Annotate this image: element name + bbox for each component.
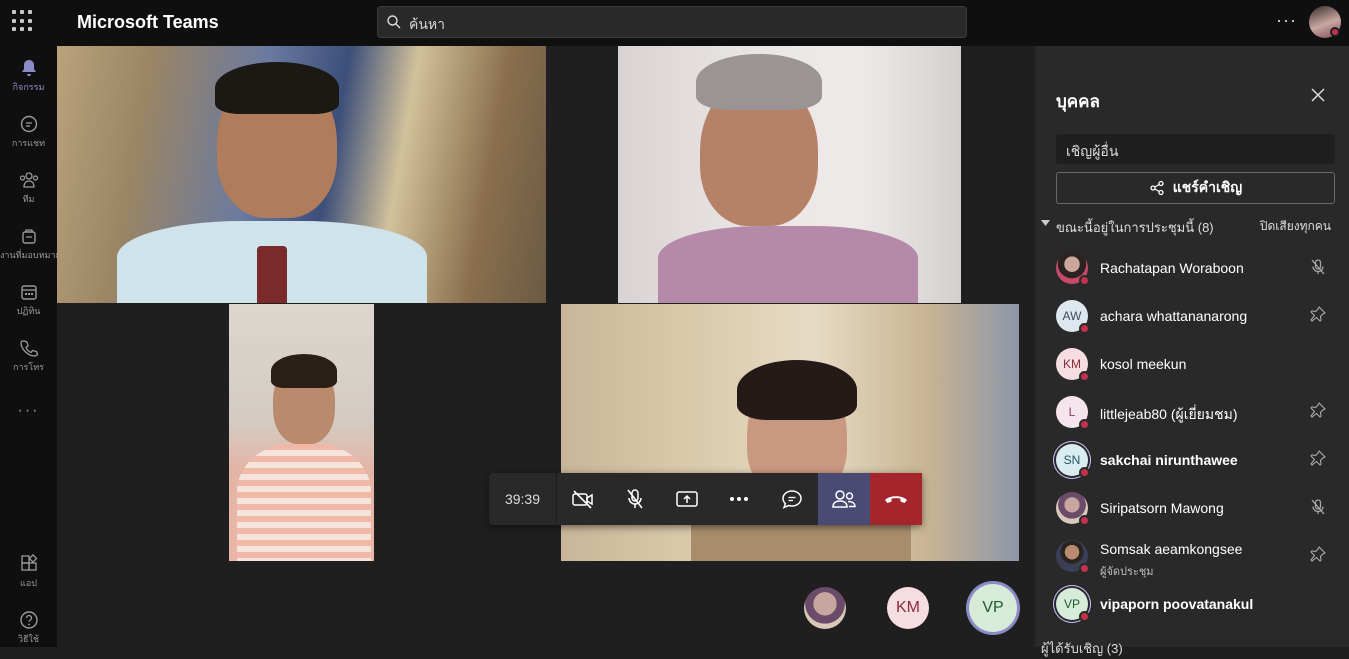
app-rail: กิจกรรม การแชท ทีม งานที่มอบหมาย ปฏิทิน … — [0, 46, 57, 647]
teams-icon — [19, 172, 38, 188]
participant-name: sakchai nirunthawee — [1100, 452, 1238, 468]
search-box[interactable]: ค้นหา — [377, 6, 967, 38]
participant-name: Rachatapan Woraboon — [1100, 260, 1244, 276]
search-placeholder: ค้นหา — [409, 16, 446, 32]
participant-row[interactable]: KM kosol meekun — [1056, 344, 1336, 384]
app-launcher-icon[interactable] — [12, 10, 34, 32]
rail-item-apps[interactable]: แอป — [0, 554, 57, 590]
status-busy-icon — [1079, 515, 1090, 526]
video-tile[interactable] — [57, 46, 546, 303]
title-bar: Microsoft Teams ค้นหา ··· — [0, 0, 1349, 46]
pin-icon[interactable] — [1310, 546, 1326, 562]
pin-icon[interactable] — [1310, 402, 1326, 418]
bell-icon — [21, 60, 36, 76]
mic-off-icon[interactable] — [1310, 258, 1326, 276]
meeting-stage: 39:39 KM VP — [57, 46, 1035, 647]
mic-off-icon — [627, 489, 643, 509]
hang-up-icon — [885, 496, 907, 503]
chevron-down-icon — [1041, 220, 1050, 226]
invite-input[interactable]: เชิญผู้อื่น — [1056, 134, 1335, 164]
rail-item-teams[interactable]: ทีม — [0, 170, 57, 206]
video-tile[interactable] — [618, 46, 961, 303]
meeting-chat-button[interactable] — [766, 473, 818, 525]
chat-icon — [782, 490, 802, 509]
more-icon — [730, 497, 748, 501]
search-icon — [387, 15, 401, 29]
call-controls: 39:39 — [489, 473, 922, 525]
participants-icon — [832, 490, 856, 508]
calendar-icon — [20, 285, 37, 300]
rail-item-help[interactable]: วิธีใช้ — [0, 610, 57, 646]
share-screen-icon — [676, 491, 698, 507]
status-busy-icon — [1079, 419, 1090, 430]
rail-item-assignments[interactable]: งานที่มอบหมาย — [0, 226, 57, 262]
participant-name: Siripatsorn Mawong — [1100, 500, 1224, 516]
share-screen-button[interactable] — [661, 473, 713, 525]
app-title: Microsoft Teams — [77, 12, 219, 32]
help-icon — [19, 611, 38, 629]
status-busy-icon — [1079, 371, 1090, 382]
pin-icon[interactable] — [1310, 450, 1326, 466]
apps-icon — [20, 554, 37, 571]
more-options-icon[interactable]: ··· — [1276, 10, 1297, 31]
assignments-icon — [21, 229, 36, 244]
participant-row[interactable]: L littlejeab80 (ผู้เยี่ยมชม) — [1056, 392, 1336, 432]
status-busy-icon — [1079, 467, 1090, 478]
status-busy-icon — [1330, 27, 1340, 37]
participant-name: kosol meekun — [1100, 356, 1187, 372]
more-actions-button[interactable] — [713, 473, 765, 525]
invite-placeholder: เชิญผู้อื่น — [1066, 143, 1119, 159]
invited-section[interactable]: ผู้ได้รับเชิญ (3) — [1041, 638, 1123, 659]
participant-avatar[interactable]: KM — [887, 587, 929, 629]
participants-button[interactable] — [818, 473, 870, 525]
call-timer: 39:39 — [489, 473, 557, 525]
share-invite-label: แชร์คำเชิญ — [1172, 179, 1243, 195]
pin-icon[interactable] — [1310, 306, 1326, 322]
more-apps-icon[interactable]: ··· — [0, 402, 57, 420]
participant-avatar[interactable] — [804, 587, 846, 629]
participant-name: achara whattananarong — [1100, 308, 1248, 324]
section-label: ผู้ได้รับเชิญ (3) — [1041, 641, 1123, 656]
chat-icon — [20, 115, 37, 133]
mic-off-icon[interactable] — [1310, 498, 1326, 516]
participant-name: littlejeab80 (ผู้เยี่ยมชม) — [1100, 406, 1238, 422]
participant-name: Somsak aeamkongsee — [1100, 541, 1243, 557]
rail-item-calendar[interactable]: ปฏิทิน — [0, 282, 57, 318]
people-panel: บุคคล เชิญผู้อื่น แชร์คำเชิญ ขณะนี้อยู่ใ… — [1035, 46, 1349, 656]
section-label: ขณะนี้อยู่ในการประชุมนี้ (8) — [1056, 220, 1214, 235]
status-busy-icon — [1079, 611, 1090, 622]
rail-item-activity[interactable]: กิจกรรม — [0, 58, 57, 94]
share-icon — [1150, 180, 1164, 196]
participant-avatar[interactable]: VP — [969, 584, 1017, 632]
status-busy-icon — [1079, 323, 1090, 334]
participant-name: vipaporn poovatanakul — [1100, 596, 1254, 612]
phone-icon — [19, 340, 38, 357]
video-tile[interactable] — [229, 304, 374, 561]
in-meeting-section[interactable]: ขณะนี้อยู่ในการประชุมนี้ (8) ปิดเสียงทุก… — [1041, 217, 1343, 235]
rail-item-calls[interactable]: การโทร — [0, 338, 57, 374]
participant-row[interactable]: Rachatapan Woraboon — [1056, 248, 1336, 288]
participant-row[interactable]: VP vipaporn poovatanakul — [1056, 584, 1336, 624]
participant-row[interactable]: Siripatsorn Mawong — [1056, 488, 1336, 528]
participant-row[interactable]: SN sakchai nirunthawee — [1056, 440, 1336, 480]
leave-call-button[interactable] — [870, 473, 922, 525]
share-invite-button[interactable]: แชร์คำเชิญ — [1056, 172, 1335, 204]
camera-off-icon — [572, 490, 593, 509]
participant-role: ผู้จัดประชุม — [1100, 566, 1154, 578]
rail-item-chat[interactable]: การแชท — [0, 114, 57, 150]
camera-toggle-button[interactable] — [557, 473, 609, 525]
status-busy-icon — [1079, 563, 1090, 574]
close-icon[interactable] — [1311, 88, 1325, 102]
mute-all-button[interactable]: ปิดเสียงทุกคน — [1260, 217, 1331, 236]
status-busy-icon — [1079, 275, 1090, 286]
mic-toggle-button[interactable] — [609, 473, 661, 525]
panel-title: บุคคล — [1056, 92, 1100, 111]
participant-row[interactable]: AW achara whattananarong — [1056, 296, 1336, 336]
participant-row[interactable]: Somsak aeamkongsee ผู้จัดประชุม — [1056, 536, 1336, 578]
